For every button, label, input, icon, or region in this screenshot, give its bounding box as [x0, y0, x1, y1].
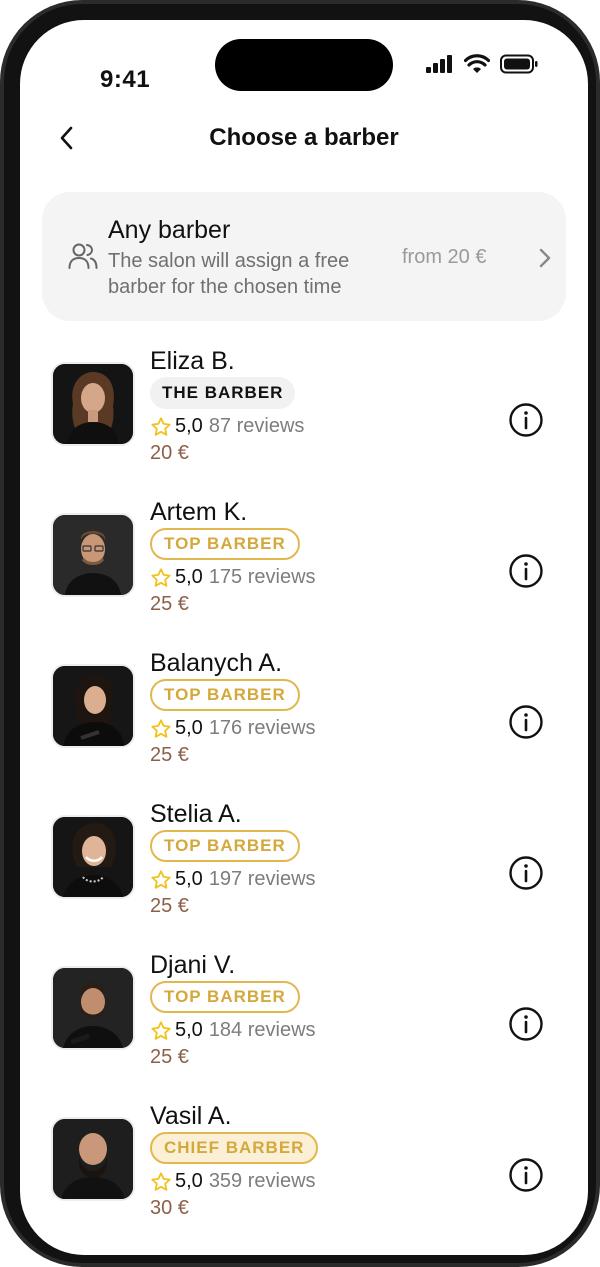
reviews-count: 176 reviews — [208, 717, 316, 739]
barber-price: 30 € — [150, 1197, 189, 1219]
reviews-count: 197 reviews — [208, 868, 316, 890]
users-icon — [68, 243, 98, 269]
barber-price: 25 € — [150, 1046, 189, 1068]
star-icon — [151, 718, 171, 738]
barber-rating: 5,0 176 reviews — [150, 717, 316, 740]
phone-frame: 9:41 Choose a barber Any barber The salo… — [0, 0, 600, 1267]
star-icon — [151, 1171, 171, 1191]
info-circle-icon — [509, 403, 543, 437]
any-barber-price: from 20 € — [402, 246, 487, 268]
info-circle-icon — [509, 705, 543, 739]
rating-score: 5,0 — [175, 868, 203, 890]
barber-rating: 5,0 87 reviews — [150, 415, 304, 438]
star-icon — [151, 567, 171, 587]
barber-list: Eliza B. THE BARBER 5,0 87 reviews 20 € — [20, 335, 588, 1241]
barber-photo — [53, 364, 133, 444]
info-button[interactable] — [508, 1157, 544, 1193]
barber-photo — [53, 968, 133, 1048]
reviews-count: 87 reviews — [208, 415, 305, 437]
reviews-count: 359 reviews — [208, 1170, 316, 1192]
any-barber-description: The salon will assign a free barber for … — [108, 250, 350, 298]
barber-row[interactable]: Artem K. TOP BARBER 5,0 175 reviews 25 € — [20, 486, 588, 637]
barber-badge: TOP BARBER — [150, 679, 300, 711]
star-icon — [151, 416, 171, 436]
rating-score: 5,0 — [175, 1170, 203, 1192]
barber-photo — [53, 817, 133, 897]
phone-bezel: 9:41 Choose a barber Any barber The salo… — [4, 4, 596, 1263]
barber-photo — [53, 666, 133, 746]
barber-badge: CHIEF BARBER — [150, 1132, 319, 1164]
barber-badge: TOP BARBER — [150, 830, 300, 862]
reviews-count: 184 reviews — [208, 1019, 316, 1041]
barber-name: Vasil A. — [150, 1102, 232, 1130]
avatar — [51, 1117, 135, 1201]
reviews-count: 175 reviews — [208, 566, 316, 588]
avatar — [51, 966, 135, 1050]
star-icon — [151, 869, 171, 889]
barber-price: 20 € — [150, 442, 189, 464]
info-circle-icon — [509, 1007, 543, 1041]
barber-badge: TOP BARBER — [150, 981, 300, 1013]
barber-name: Djani V. — [150, 951, 236, 979]
info-button[interactable] — [508, 855, 544, 891]
rating-score: 5,0 — [175, 566, 203, 588]
barber-badge: TOP BARBER — [150, 528, 300, 560]
page-title: Choose a barber — [209, 124, 399, 151]
wifi-icon — [464, 54, 490, 73]
status-time: 9:41 — [100, 66, 151, 93]
status-icons — [426, 54, 538, 74]
info-circle-icon — [509, 1158, 543, 1192]
barber-name: Artem K. — [150, 498, 248, 526]
barber-name: Stelia A. — [150, 800, 242, 828]
rating-score: 5,0 — [175, 415, 203, 437]
any-barber-title: Any barber — [108, 216, 231, 244]
chevron-right-icon — [539, 248, 551, 268]
barber-price: 25 € — [150, 895, 189, 917]
barber-rating: 5,0 359 reviews — [150, 1170, 316, 1193]
barber-row[interactable]: Eliza B. THE BARBER 5,0 87 reviews 20 € — [20, 335, 588, 486]
avatar — [51, 664, 135, 748]
barber-price: 25 € — [150, 593, 189, 615]
info-circle-icon — [509, 554, 543, 588]
star-icon — [151, 1020, 171, 1040]
barber-row[interactable]: Djani V. TOP BARBER 5,0 184 reviews 25 € — [20, 939, 588, 1090]
avatar — [51, 513, 135, 597]
signal-icon — [426, 55, 452, 73]
barber-rating: 5,0 197 reviews — [150, 868, 316, 891]
avatar — [51, 362, 135, 446]
barber-row[interactable]: Stelia A. TOP BARBER 5,0 197 reviews 25 … — [20, 788, 588, 939]
screen: 9:41 Choose a barber Any barber The salo… — [20, 20, 588, 1255]
rating-score: 5,0 — [175, 1019, 203, 1041]
barber-row[interactable]: Vasil A. CHIEF BARBER 5,0 359 reviews 30… — [20, 1090, 588, 1241]
dynamic-island — [215, 39, 393, 91]
barber-rating: 5,0 184 reviews — [150, 1019, 316, 1042]
info-circle-icon — [509, 856, 543, 890]
avatar — [51, 815, 135, 899]
barber-photo — [53, 1119, 133, 1199]
barber-badge: THE BARBER — [150, 377, 296, 409]
rating-score: 5,0 — [175, 717, 203, 739]
info-button[interactable] — [508, 704, 544, 740]
barber-photo — [53, 515, 133, 595]
info-button[interactable] — [508, 1006, 544, 1042]
info-button[interactable] — [508, 402, 544, 438]
battery-icon — [500, 54, 538, 74]
barber-price: 25 € — [150, 744, 189, 766]
barber-row[interactable]: Balanych A. TOP BARBER 5,0 176 reviews 2… — [20, 637, 588, 788]
info-button[interactable] — [508, 553, 544, 589]
barber-name: Balanych A. — [150, 649, 283, 677]
any-barber-card[interactable]: Any barber The salon will assign a free … — [42, 192, 566, 321]
barber-name: Eliza B. — [150, 347, 235, 375]
barber-rating: 5,0 175 reviews — [150, 566, 316, 589]
